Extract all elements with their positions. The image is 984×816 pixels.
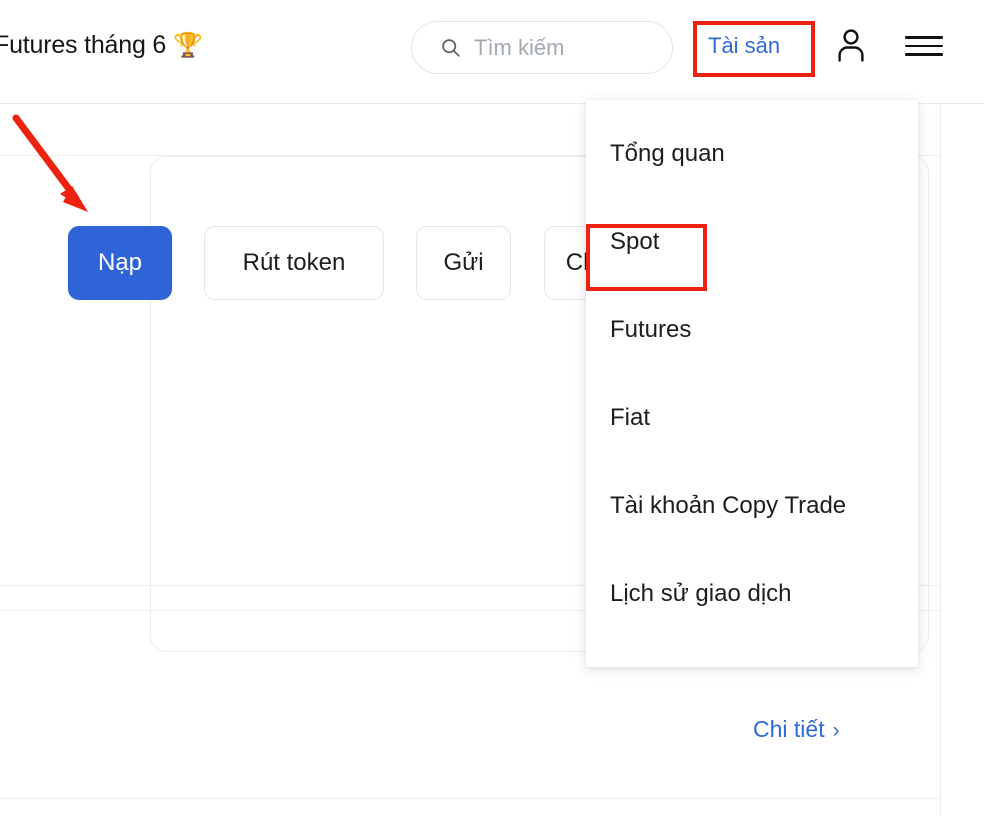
search-box[interactable] — [411, 21, 673, 74]
menu-item-copy-trade[interactable]: Tài khoản Copy Trade — [586, 462, 918, 550]
withdraw-token-button[interactable]: Rút token — [204, 226, 384, 300]
hamburger-line — [905, 36, 943, 39]
send-button[interactable]: Gửi — [416, 226, 511, 300]
menu-item-fiat[interactable]: Fiat — [586, 374, 918, 462]
trophy-icon: 🏆 — [173, 32, 203, 59]
menu-item-transaction-history[interactable]: Lịch sử giao dịch — [586, 550, 918, 638]
details-link[interactable]: Chi tiết › — [753, 716, 840, 743]
menu-item-futures[interactable]: Futures — [586, 286, 918, 374]
arrow-annotation-to-deposit — [12, 114, 88, 212]
deposit-button[interactable]: Nạp — [68, 226, 172, 300]
search-input[interactable] — [474, 34, 644, 61]
nav-assets-link[interactable]: Tài sản — [708, 33, 780, 59]
top-header: Futures tháng 6🏆 Tài sản — [0, 0, 984, 104]
hamburger-line — [905, 53, 943, 56]
page-title-text: Futures tháng 6 — [0, 31, 167, 59]
person-icon[interactable] — [836, 28, 866, 62]
search-icon — [442, 39, 460, 57]
content-right-edge — [940, 104, 941, 816]
chevron-right-icon: › — [832, 719, 840, 742]
details-label: Chi tiết — [753, 716, 825, 742]
hamburger-line — [905, 44, 943, 48]
assets-dropdown-menu: Tổng quan Spot Futures Fiat Tài khoản Co… — [586, 100, 918, 667]
hamburger-menu-icon[interactable] — [905, 36, 943, 56]
page-title: Futures tháng 6 🏆 — [0, 31, 203, 60]
menu-item-overview[interactable]: Tổng quan — [586, 110, 918, 198]
menu-item-spot[interactable]: Spot — [586, 198, 918, 286]
section-divider — [0, 798, 940, 799]
